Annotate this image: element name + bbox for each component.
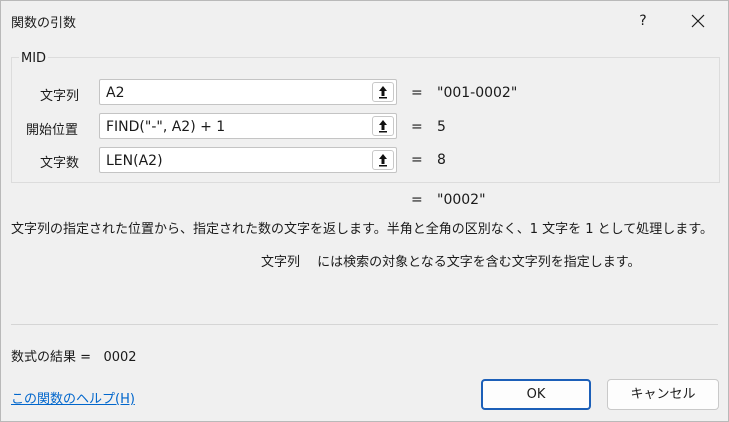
text-argument-input[interactable]: A2: [99, 79, 397, 105]
text-argument-value: A2: [106, 85, 125, 101]
parameter-description: 文字列 には検索の対象となる文字を含む文字列を指定します。: [261, 255, 641, 270]
help-button[interactable]: ?: [633, 11, 653, 31]
dialog-title: 関数の引数: [11, 16, 77, 31]
arg-label-start-num: 開始位置: [26, 123, 79, 138]
num-chars-argument-input[interactable]: LEN(A2): [99, 147, 397, 173]
text-equals: =: [411, 85, 423, 101]
function-description: 文字列の指定された位置から、指定された数の文字を返します。半角と全角の区別なく、…: [11, 222, 713, 237]
collapse-dialog-icon: [379, 86, 387, 99]
close-button[interactable]: [685, 9, 711, 33]
title-bar: 関数の引数 ?: [1, 1, 728, 41]
overall-equals: =: [411, 192, 423, 208]
function-arguments-dialog: 関数の引数 ? MID 文字列 A2 = "001-0002" 開始位置 FIN…: [0, 0, 729, 422]
collapse-dialog-icon: [379, 154, 387, 167]
function-help-link[interactable]: この関数のヘルプ(H): [11, 388, 135, 407]
ok-button[interactable]: OK: [481, 379, 591, 410]
num-chars-equals: =: [411, 152, 423, 168]
divider: [11, 324, 718, 325]
num-chars-collapse-button[interactable]: [372, 150, 394, 170]
cancel-button[interactable]: キャンセル: [607, 379, 719, 410]
start-num-argument-input[interactable]: FIND("-", A2) + 1: [99, 113, 397, 139]
text-collapse-button[interactable]: [372, 82, 394, 102]
start-num-collapse-button[interactable]: [372, 116, 394, 136]
formula-result-label: 数式の結果 =: [11, 350, 92, 365]
function-name: MID: [19, 51, 49, 66]
arg-label-num-chars: 文字数: [40, 156, 80, 171]
start-num-argument-value: FIND("-", A2) + 1: [106, 119, 226, 135]
num-chars-argument-value: LEN(A2): [106, 153, 163, 169]
close-icon: [691, 14, 705, 28]
formula-result-value: 0002: [103, 350, 137, 365]
overall-result: "0002": [437, 192, 486, 208]
collapse-dialog-icon: [379, 120, 387, 133]
start-num-equals: =: [411, 119, 423, 135]
start-num-result: 5: [437, 119, 446, 135]
formula-result: 数式の結果 = 0002: [11, 346, 137, 365]
num-chars-result: 8: [437, 152, 446, 168]
arg-label-text: 文字列: [40, 89, 80, 104]
text-result: "001-0002": [437, 85, 518, 101]
